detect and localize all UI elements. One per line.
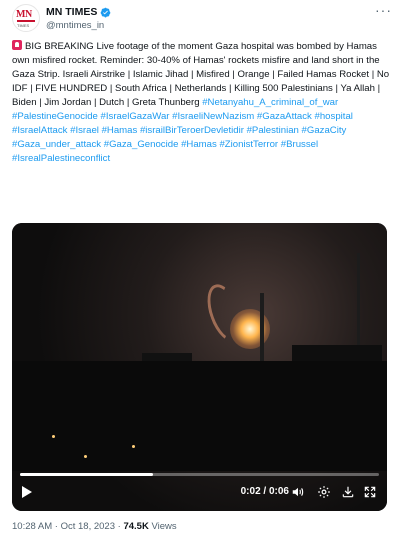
avatar-logo-bar — [17, 20, 35, 22]
city-silhouette — [12, 361, 387, 471]
tweet-date[interactable]: Oct 18, 2023 — [61, 521, 115, 532]
play-icon[interactable] — [22, 486, 32, 498]
light-spark — [84, 455, 87, 458]
settings-icon[interactable] — [317, 485, 331, 499]
tweet-time[interactable]: 10:28 AM — [12, 521, 52, 532]
avatar[interactable]: MN TIMES — [12, 4, 40, 32]
meta-separator: · — [117, 521, 121, 532]
download-icon[interactable] — [341, 485, 355, 499]
tweet-text: BIG BREAKING Live footage of the moment … — [12, 40, 396, 166]
views-count: 74.5K — [123, 521, 149, 532]
more-options-icon[interactable]: ··· — [375, 3, 392, 17]
volume-icon[interactable] — [291, 485, 305, 499]
author-handle[interactable]: @mntimes_in — [46, 20, 111, 31]
tweet-header: MN TIMES MN TIMES @mntimes_in ··· — [12, 3, 394, 38]
author-block: MN TIMES @mntimes_in — [46, 5, 111, 31]
alarm-icon — [12, 40, 22, 50]
explosion-glow — [230, 309, 270, 349]
video-progress-fill — [20, 473, 153, 476]
views-label: Views — [151, 521, 177, 532]
video-controls: 0:02 / 0:06 — [12, 471, 387, 511]
light-spark — [52, 435, 55, 438]
meta-separator: · — [54, 521, 58, 532]
author-name[interactable]: MN TIMES — [46, 6, 97, 18]
avatar-logo-subtext: TIMES — [17, 23, 30, 28]
verified-badge-icon — [101, 7, 111, 17]
fullscreen-icon[interactable] — [363, 485, 377, 499]
tweet-meta: 10:28 AM · Oct 18, 2023 · 74.5K Views — [12, 521, 177, 532]
video-player[interactable]: 0:02 / 0:06 — [12, 223, 387, 511]
video-time: 0:02 / 0:06 — [240, 486, 289, 497]
light-spark — [132, 445, 135, 448]
video-progress-bar[interactable] — [20, 473, 379, 476]
name-row: MN TIMES — [46, 5, 111, 19]
avatar-logo-text: MN — [16, 9, 32, 20]
